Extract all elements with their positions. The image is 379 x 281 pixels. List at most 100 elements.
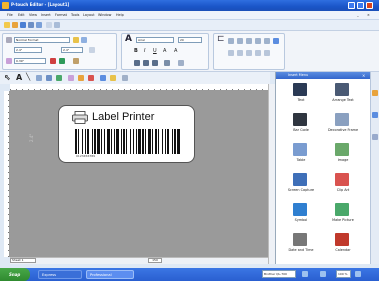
view-icon[interactable] [302, 271, 308, 277]
doc-minimize-icon[interactable]: _ [357, 13, 359, 18]
image-tool-icon[interactable] [56, 75, 62, 81]
preview-icon[interactable] [36, 22, 42, 28]
maximize-button[interactable] [357, 2, 364, 9]
tool-clip-art[interactable]: Clip Art [323, 172, 363, 199]
label-text[interactable]: Label Printer [92, 111, 154, 124]
vertical-text-icon[interactable] [164, 60, 170, 66]
shrink-font-icon[interactable]: A [174, 48, 177, 54]
tool-calendar[interactable]: Calendar [323, 232, 363, 259]
zoom-in-icon[interactable] [355, 271, 361, 277]
cut-option-icon[interactable] [59, 58, 65, 64]
barcode-tool-icon[interactable] [46, 75, 52, 81]
tool-decorative-frame[interactable]: Decorative Frame [323, 112, 363, 139]
menu-window[interactable]: Window [98, 13, 111, 18]
menu-edit[interactable]: Edit [18, 13, 25, 18]
database-tool-icon[interactable] [88, 75, 94, 81]
paper-setup-icon[interactable] [73, 37, 79, 43]
menu-format[interactable]: Format [55, 13, 67, 18]
side-tab-icon[interactable] [372, 134, 378, 140]
orientation-icon[interactable] [81, 37, 87, 43]
underline-icon[interactable]: U [153, 48, 157, 54]
shape-tool-icon[interactable] [36, 75, 42, 81]
sheet-tab[interactable]: Sheet 1 [10, 258, 36, 263]
express-mode-button[interactable]: Express [38, 270, 82, 279]
tool-make-picture[interactable]: Make Picture [323, 202, 363, 229]
zoom-tool-icon[interactable] [110, 75, 116, 81]
width-field[interactable]: 2.4" [14, 47, 42, 53]
align-right-icon[interactable] [152, 60, 158, 66]
horizontal-scrollbar[interactable] [10, 257, 268, 264]
snap-mode-button[interactable]: Snap [0, 268, 30, 281]
text-frame-icon[interactable] [178, 60, 184, 66]
menu-view[interactable]: View [29, 13, 37, 18]
printer-select[interactable]: Brother QL-700 [262, 270, 296, 278]
undo-icon[interactable] [46, 22, 52, 28]
margin-icon[interactable] [89, 47, 95, 53]
menu-layout[interactable]: Layout [83, 13, 95, 18]
minimize-button[interactable] [348, 2, 355, 9]
snap-icon[interactable] [273, 38, 279, 44]
group-icon[interactable] [228, 50, 234, 56]
printer-icon[interactable] [72, 111, 88, 124]
order-back-icon[interactable] [255, 50, 261, 56]
tool-bar-code[interactable]: Bar Code [281, 112, 321, 139]
print-icon[interactable] [28, 22, 34, 28]
menu-tools[interactable]: Tools [71, 13, 79, 18]
format-select[interactable]: Normal Format [14, 37, 70, 43]
grid-tool-icon[interactable] [122, 75, 128, 81]
length-icon[interactable] [73, 58, 79, 64]
distribute-icon[interactable] [255, 38, 261, 44]
zoom-select[interactable]: 100 % [336, 270, 351, 278]
tool-symbol[interactable]: Symbol [281, 202, 321, 229]
center-icon[interactable] [264, 38, 270, 44]
rotate-icon[interactable] [264, 50, 270, 56]
grow-font-icon[interactable]: A [163, 48, 166, 54]
align-left-icon[interactable] [134, 60, 140, 66]
menu-file[interactable]: File [7, 13, 13, 18]
sidebar-close-icon[interactable]: × [362, 73, 365, 78]
clip-art-tool-icon[interactable] [68, 75, 74, 81]
symbol-icon [293, 203, 307, 216]
frame-tool-icon[interactable] [100, 75, 106, 81]
new-icon[interactable] [4, 22, 10, 28]
text-tool-icon[interactable]: A [16, 73, 22, 82]
italic-icon[interactable]: I [144, 48, 145, 54]
symbol-tool-icon[interactable] [78, 75, 84, 81]
vertical-scrollbar[interactable] [268, 84, 275, 264]
line-tool-icon[interactable]: ╲ [26, 73, 30, 82]
save-icon[interactable] [20, 22, 26, 28]
align-middle-icon[interactable] [237, 38, 243, 44]
align-bottom-icon[interactable] [246, 38, 252, 44]
color-icon[interactable] [50, 58, 56, 64]
side-tab-icon[interactable] [372, 112, 378, 118]
tool-table[interactable]: Table [281, 142, 321, 169]
menu-help[interactable]: Help [116, 13, 124, 18]
doc-close-icon[interactable]: × [367, 13, 370, 18]
tool-date-and-time[interactable]: Date and Time [281, 232, 321, 259]
margin-field[interactable]: 0.39" [14, 58, 46, 64]
zoom-out-icon[interactable] [320, 271, 326, 277]
menu-insert[interactable]: Insert [41, 13, 51, 18]
canvas-zoom-field[interactable]: 150 [148, 258, 162, 263]
length-field[interactable]: 2.4" [61, 47, 83, 53]
font-size-select[interactable]: 20 [178, 37, 202, 43]
barcode-object[interactable] [74, 129, 180, 154]
bold-icon[interactable]: B [134, 48, 138, 54]
align-center-icon[interactable] [143, 60, 149, 66]
image-icon [335, 143, 349, 156]
tool-text[interactable]: Text [281, 82, 321, 109]
layout-canvas[interactable]: Label Printer 0123456789 [10, 91, 268, 257]
professional-mode-button[interactable]: Professional [86, 270, 134, 279]
tool-image[interactable]: Image [323, 142, 363, 169]
font-select[interactable]: Arial [136, 37, 174, 43]
order-front-icon[interactable] [246, 50, 252, 56]
tool-screen-capture[interactable]: Screen Capture [281, 172, 321, 199]
ungroup-icon[interactable] [237, 50, 243, 56]
open-icon[interactable] [12, 22, 18, 28]
tool-arrange-text[interactable]: Arrange Text [323, 82, 363, 109]
select-icon[interactable]: ⇖ [4, 73, 11, 82]
close-button[interactable] [366, 2, 373, 9]
align-top-icon[interactable] [228, 38, 234, 44]
side-tab-icon[interactable] [372, 90, 378, 96]
redo-icon[interactable] [54, 22, 60, 28]
